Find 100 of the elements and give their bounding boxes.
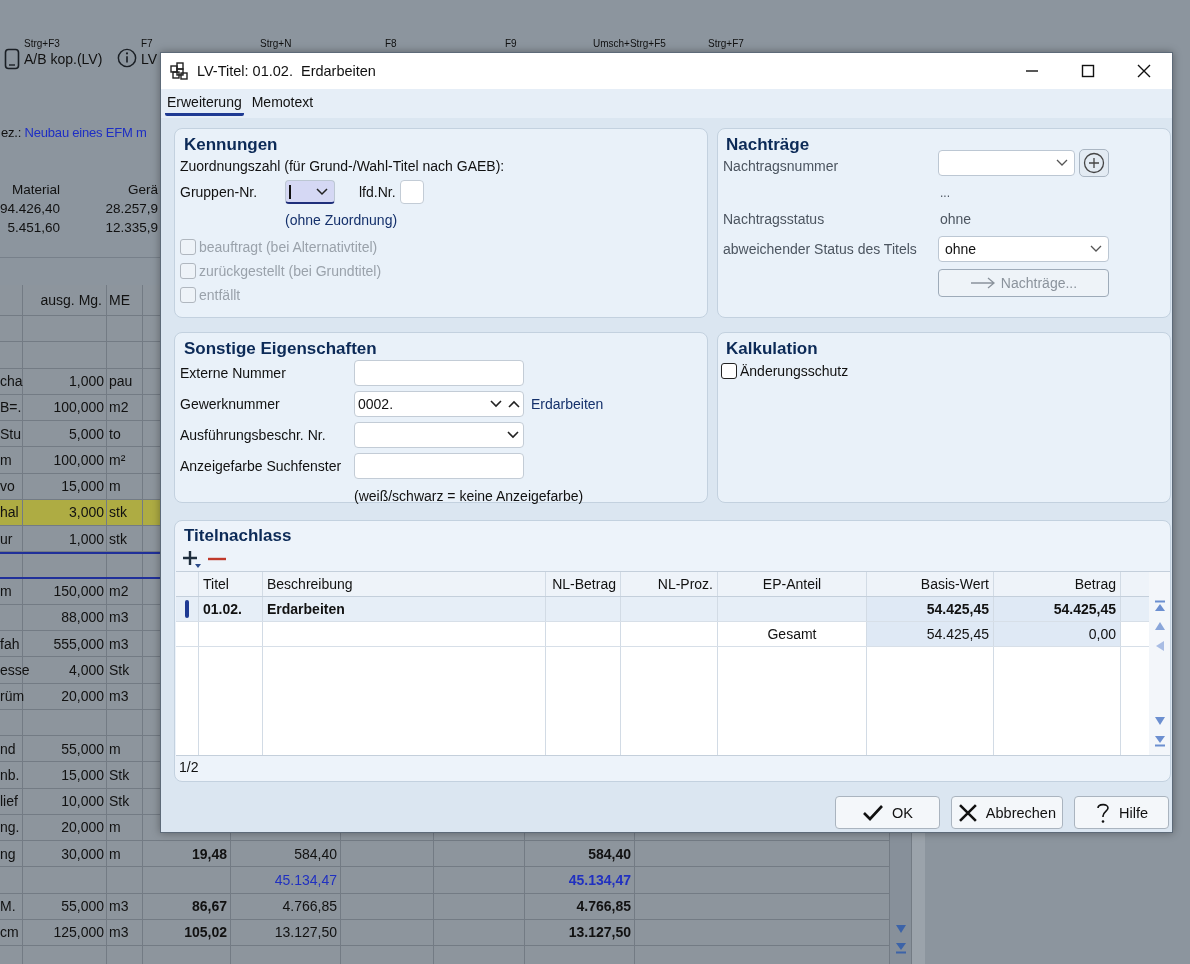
table-cell: Stk (109, 793, 130, 810)
field-label: Gewerknummer (180, 396, 281, 412)
table-cell: m3 (109, 635, 129, 652)
table-cell: 105,02 (184, 924, 227, 941)
table-cell: m3 (109, 898, 129, 915)
table-cell: Erdarbeiten (267, 601, 345, 617)
column-header: ME (109, 292, 130, 308)
column-header: Material (11, 181, 60, 199)
table-cell: 55,000 (61, 740, 104, 757)
table-cell: 54.425,45 (926, 601, 989, 617)
field-label: lfd.Nr. (359, 184, 396, 200)
section-heading: Kennungen (183, 134, 279, 156)
table-cell: 555,000 (53, 635, 104, 652)
table-cell: 45.134,47 (274, 871, 337, 888)
page-counter: 1/2 (178, 758, 200, 777)
table-cell: ur (0, 530, 13, 547)
table-cell: vo (0, 478, 15, 495)
summary-value: 5.451,60 (6, 219, 60, 237)
table-cell: 1,000 (68, 373, 104, 390)
table-cell: 86,67 (191, 898, 227, 915)
table-cell: stk (109, 530, 127, 547)
field-value: ohne (939, 211, 973, 227)
table-cell: nb. (0, 766, 20, 783)
table-cell: m (109, 478, 121, 495)
table-cell: 20,000 (61, 688, 104, 705)
table-cell: cm (0, 924, 19, 941)
table-cell: lief (0, 793, 18, 810)
table-cell: ng. (0, 819, 20, 836)
table-cell: 54.425,45 (926, 626, 989, 642)
field-label: Zuordnungszahl (für Grund-/Wahl-Titel nach GAEB): (180, 157, 506, 175)
table-cell: stk (109, 504, 127, 521)
table-cell: m (0, 583, 12, 600)
table-cell: m² (109, 451, 126, 468)
section-heading: Titelnachlass (183, 525, 293, 547)
trade-name: Erdarbeiten (531, 396, 604, 412)
table-cell: 19,48 (191, 845, 227, 862)
table-cell: 150,000 (53, 583, 104, 600)
table-cell: 20,000 (61, 819, 104, 836)
table-cell: 30,000 (61, 845, 104, 862)
assignment-note: (ohne Zuordnung) (285, 211, 399, 230)
table-cell: 584,40 (294, 845, 337, 862)
table-cell: 45.134,47 (568, 871, 631, 888)
section-heading: Kalkulation (725, 338, 819, 360)
field-label: Nachtragsstatus (723, 210, 826, 229)
table-cell: hal (0, 504, 19, 521)
table-cell: m2 (109, 583, 129, 600)
table-cell: m (0, 451, 12, 468)
table-cell: pau (109, 373, 133, 390)
table-cell: 15,000 (61, 478, 104, 495)
table-cell: Stk (109, 661, 130, 678)
column-header: ausg. Mg. (40, 292, 102, 308)
section-heading: Sonstige Eigenschaften (183, 338, 378, 360)
table-cell: B=. (0, 399, 22, 416)
table-cell: 1,000 (68, 530, 104, 547)
table-cell: 55,000 (61, 898, 104, 915)
table-cell: m3 (109, 924, 129, 941)
field-label: Externe Nummer (180, 365, 287, 381)
table-cell: to (109, 425, 121, 442)
table-cell: 3,000 (68, 504, 104, 521)
table-cell: 13.127,50 (568, 924, 631, 941)
table-cell: m3 (109, 688, 129, 705)
table-cell: cha (0, 373, 23, 390)
field-value: ... (939, 186, 951, 200)
table-cell: esse (0, 661, 30, 678)
project-name: Neubau eines EFM m (24, 125, 147, 140)
table-cell: 125,000 (53, 924, 104, 941)
table-cell: m2 (109, 399, 129, 416)
table-cell: 10,000 (61, 793, 104, 810)
table-cell: fah (0, 635, 20, 652)
table-cell: 0,00 (1088, 626, 1116, 642)
table-cell: 4,000 (68, 661, 104, 678)
table-cell: M. (0, 898, 16, 915)
table-cell: 100,000 (53, 399, 104, 416)
summary-value: 28.257,9 (104, 200, 158, 218)
summary-value: 12.335,9 (104, 219, 158, 237)
table-cell: Stk (109, 766, 130, 783)
hint-text: (weiß/schwarz = keine Anzeigefarbe) (354, 487, 585, 506)
column-header: Gerä (127, 181, 158, 199)
table-cell: ng (0, 845, 16, 862)
table-cell: Stu (0, 425, 21, 442)
table-cell: 54.425,45 (1053, 601, 1116, 617)
table-cell: m (109, 819, 121, 836)
section-heading: Nachträge (725, 134, 811, 156)
table-cell: rüm (0, 688, 25, 705)
table-cell: 4.766,85 (282, 898, 337, 915)
summary-value: 94.426,40 (0, 200, 60, 218)
table-cell: 5,000 (68, 425, 104, 442)
table-cell: 88,000 (61, 609, 104, 626)
field-label: ez.: (1, 125, 22, 140)
table-cell: 584,40 (588, 845, 631, 862)
field-label: Ausführungsbeschr. Nr. (180, 427, 327, 443)
window-title: LV-Titel: 01.02. Erdarbeiten (197, 63, 376, 79)
field-label: Gruppen-Nr. (180, 184, 259, 200)
table-cell: 15,000 (61, 766, 104, 783)
table-cell: Gesamt (767, 626, 817, 642)
table-cell: m3 (109, 609, 129, 626)
table-cell: nd (0, 740, 16, 757)
table-cell: 01.02. (203, 601, 242, 617)
field-label: abweichender Status des Titels (723, 240, 918, 259)
table-cell: 13.127,50 (274, 924, 337, 941)
